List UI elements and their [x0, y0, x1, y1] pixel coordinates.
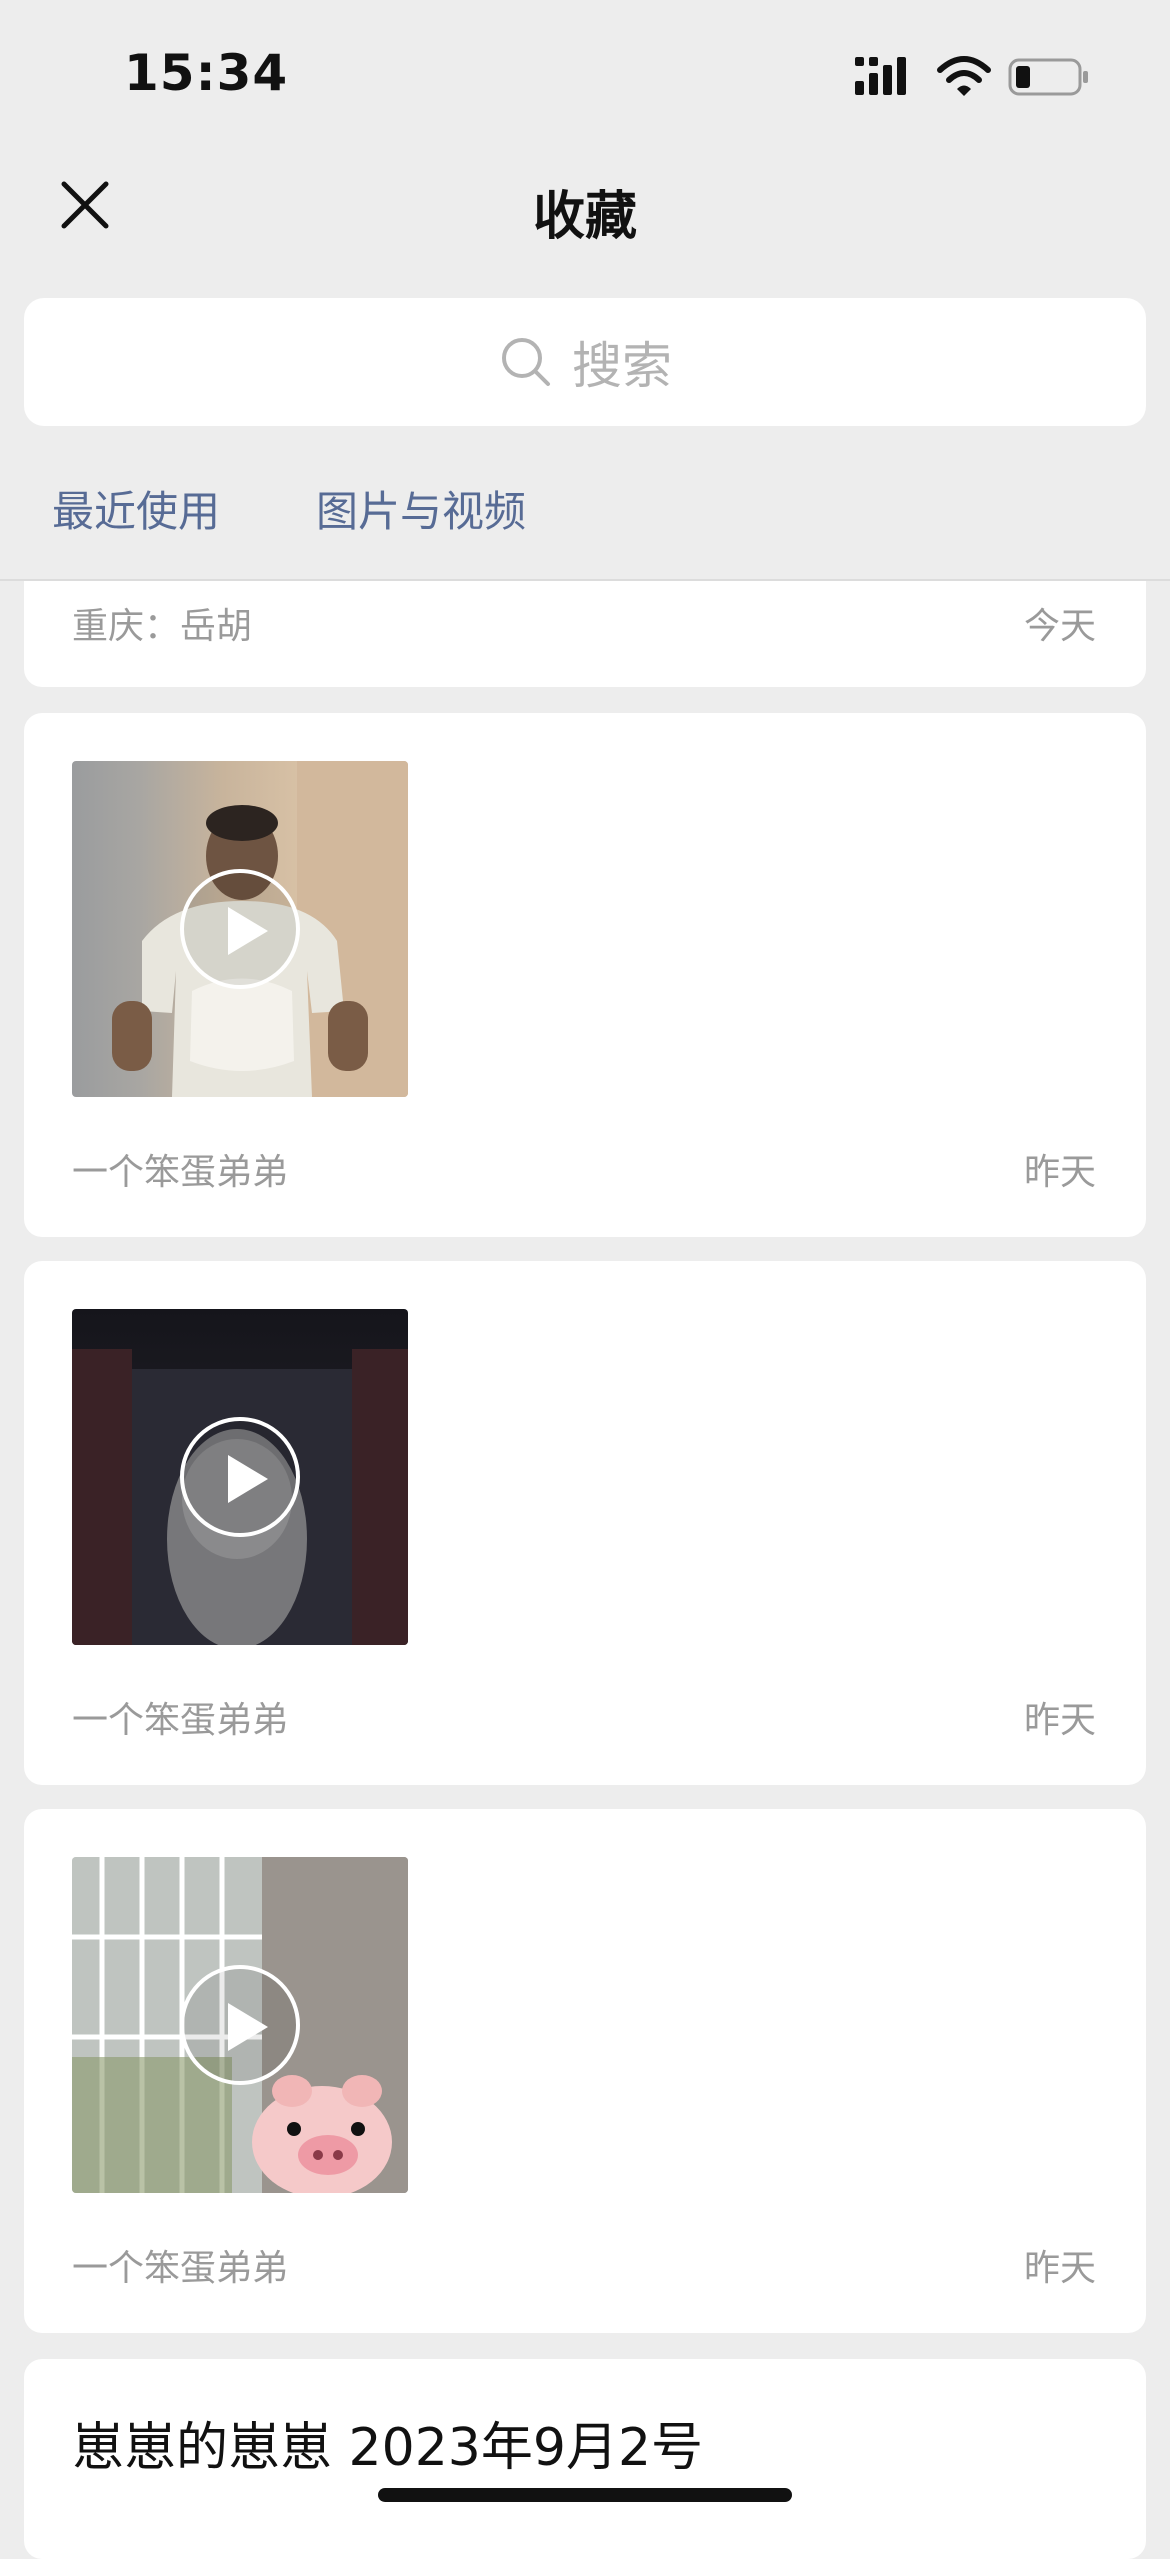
- play-icon: [180, 1965, 300, 2085]
- favorite-item[interactable]: 崽崽的崽崽 2023年9月2号: [24, 2359, 1146, 2559]
- signal-icon: [855, 57, 906, 95]
- item-date: 今天: [1023, 606, 1096, 647]
- battery-icon: [1008, 58, 1088, 96]
- item-source: 重庆：岳胡: [72, 606, 253, 647]
- item-source: 一个笨蛋弟弟: [72, 2248, 289, 2289]
- search-input[interactable]: 搜索: [24, 298, 1146, 426]
- favorite-item[interactable]: 一个笨蛋弟弟 昨天: [24, 1261, 1146, 1785]
- item-date: 昨天: [1023, 2248, 1096, 2289]
- wifi-icon: [937, 56, 991, 96]
- play-icon: [180, 869, 300, 989]
- page-title: 收藏: [532, 187, 637, 247]
- status-bar: 15:34: [0, 0, 1170, 150]
- search-icon: [502, 338, 550, 386]
- favorite-item[interactable]: 一个笨蛋弟弟 昨天: [24, 1809, 1146, 2333]
- status-time: 15:34: [124, 44, 289, 102]
- video-thumbnail[interactable]: [72, 761, 408, 1097]
- tab-recent[interactable]: 最近使用: [52, 478, 220, 539]
- video-thumbnail[interactable]: [72, 1857, 408, 2193]
- item-source: 一个笨蛋弟弟: [72, 1700, 289, 1741]
- home-indicator[interactable]: [378, 2488, 792, 2502]
- search-placeholder: 搜索: [572, 337, 672, 395]
- item-source: 一个笨蛋弟弟: [72, 1152, 289, 1193]
- filter-tabs: 最近使用 图片与视频: [0, 460, 1170, 580]
- item-date: 昨天: [1023, 1700, 1096, 1741]
- tab-photos-videos[interactable]: 图片与视频: [316, 478, 526, 539]
- favorite-item[interactable]: 重庆：岳胡 今天: [24, 581, 1146, 687]
- note-title: 崽崽的崽崽 2023年9月2号: [72, 2418, 704, 2478]
- play-icon: [180, 1417, 300, 1537]
- favorite-item[interactable]: 一个笨蛋弟弟 昨天: [24, 713, 1146, 1237]
- item-date: 昨天: [1023, 1152, 1096, 1193]
- video-thumbnail[interactable]: [72, 1309, 408, 1645]
